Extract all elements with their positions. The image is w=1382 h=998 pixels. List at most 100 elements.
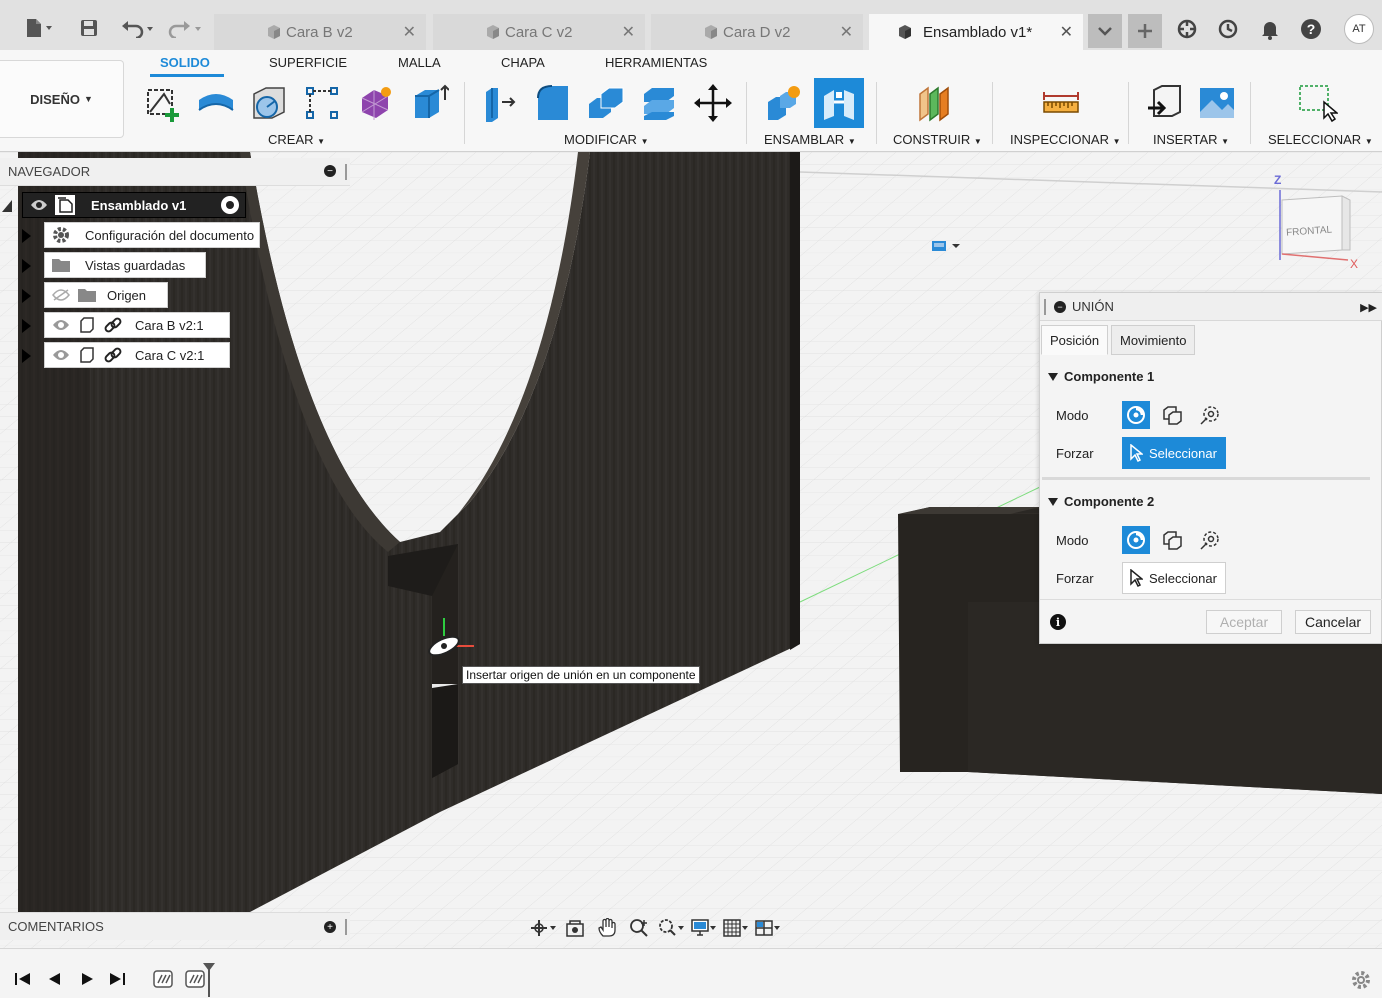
close-icon[interactable]: ✕ <box>403 22 416 42</box>
grid-settings-icon[interactable] <box>722 916 748 940</box>
shell-icon[interactable] <box>636 80 682 126</box>
measure-icon[interactable] <box>1038 80 1084 126</box>
panel-grip-icon[interactable] <box>345 919 347 935</box>
add-comment-icon[interactable]: + <box>324 921 336 933</box>
group-modificar[interactable]: MODIFICAR ▼ <box>564 132 649 147</box>
mode-between-two-faces-icon[interactable] <box>1158 401 1186 429</box>
visibility-eye-icon[interactable] <box>29 195 49 215</box>
expand-arrow-icon[interactable] <box>22 349 31 363</box>
expand-arrow-icon[interactable] <box>22 229 31 243</box>
fit-zoom-icon[interactable] <box>658 916 684 940</box>
select-window-icon[interactable] <box>1294 80 1340 126</box>
extrude-icon[interactable] <box>193 80 239 126</box>
extensions-icon[interactable] <box>1174 16 1200 42</box>
collapse-icon[interactable]: − <box>324 165 336 177</box>
orbit-icon[interactable] <box>530 916 556 940</box>
tab-cara-b[interactable]: Cara B v2 ✕ <box>214 14 426 50</box>
expand-arrow-icon[interactable] <box>22 289 31 303</box>
close-icon[interactable]: ✕ <box>622 22 635 42</box>
close-icon[interactable]: ✕ <box>840 22 853 42</box>
tab-cara-c[interactable]: Cara C v2 ✕ <box>433 14 645 50</box>
visibility-eye-icon[interactable] <box>51 345 71 365</box>
browser-item-cara-b[interactable]: Cara B v2:1 <box>44 312 230 338</box>
tab-ensamblado[interactable]: Ensamblado v1* ✕ <box>869 14 1083 50</box>
file-menu-icon[interactable] <box>18 14 58 42</box>
view-cube[interactable]: Z FRONTAL X <box>1270 170 1370 271</box>
group-seleccionar[interactable]: SELECCIONAR ▼ <box>1268 132 1373 147</box>
group-insertar[interactable]: INSERTAR ▼ <box>1153 132 1229 147</box>
user-avatar[interactable]: AT <box>1344 14 1374 44</box>
expand-double-arrow-icon[interactable]: ▶▶ <box>1360 301 1377 314</box>
close-icon[interactable]: ✕ <box>1060 22 1073 42</box>
timeline-marker[interactable] <box>203 963 215 997</box>
look-at-icon[interactable] <box>562 916 588 940</box>
save-icon[interactable] <box>76 14 102 42</box>
collapse-icon[interactable]: − <box>1054 300 1066 313</box>
group-inspeccionar[interactable]: INSPECCIONAR ▼ <box>1010 132 1121 147</box>
go-to-end-icon[interactable] <box>106 969 128 989</box>
step-back-icon[interactable] <box>44 969 66 989</box>
browser-item-origin[interactable]: Origen <box>44 282 168 308</box>
mode-simple-icon[interactable] <box>1122 401 1150 429</box>
panel-grip-icon[interactable] <box>1044 299 1046 315</box>
form-icon[interactable] <box>352 80 398 126</box>
dialog-header[interactable]: − UNIÓN ▶▶ <box>1040 293 1382 321</box>
collapse-triangle-icon[interactable] <box>2 200 12 212</box>
visibility-eye-icon[interactable] <box>51 315 71 335</box>
fillet-icon[interactable] <box>530 80 576 126</box>
zoom-icon[interactable] <box>626 916 652 940</box>
new-component-icon[interactable] <box>760 80 806 126</box>
activate-radio-icon[interactable] <box>221 196 239 214</box>
ok-button[interactable]: Aceptar <box>1206 610 1282 634</box>
mode-two-edge-intersection-icon[interactable] <box>1196 526 1224 554</box>
mode-simple-icon[interactable] <box>1122 526 1150 554</box>
job-status-icon[interactable] <box>1215 16 1241 42</box>
panel-grip-icon[interactable] <box>345 164 347 180</box>
notifications-bell-icon[interactable] <box>1257 16 1283 42</box>
offset-plane-icon[interactable] <box>912 80 958 126</box>
press-pull-icon[interactable] <box>476 80 522 126</box>
tab-list-chevron-icon[interactable] <box>1088 14 1122 48</box>
mode-between-two-faces-icon[interactable] <box>1158 526 1186 554</box>
undo-icon[interactable] <box>118 14 158 42</box>
tab-motion[interactable]: Movimiento <box>1111 325 1196 355</box>
browser-item-cara-c[interactable]: Cara C v2:1 <box>44 342 230 368</box>
display-settings-icon[interactable] <box>690 916 716 940</box>
revolve-icon[interactable] <box>246 80 292 126</box>
browser-root-node[interactable]: Ensamblado v1 <box>22 192 246 218</box>
timeline-component-icon[interactable] <box>152 969 174 989</box>
create-sketch-icon[interactable] <box>140 80 186 126</box>
new-tab-plus-icon[interactable] <box>1128 14 1162 48</box>
joint-icon[interactable] <box>814 78 864 128</box>
redo-icon[interactable] <box>166 14 206 42</box>
settings-gear-icon[interactable] <box>1350 969 1372 991</box>
tab-herramientas[interactable]: HERRAMIENTAS <box>605 55 707 70</box>
canvas-image-icon[interactable] <box>1194 80 1240 126</box>
tab-superficie[interactable]: SUPERFICIE <box>269 55 347 70</box>
mode-two-edge-intersection-icon[interactable] <box>1196 401 1224 429</box>
tab-chapa[interactable]: CHAPA <box>501 55 545 70</box>
display-settings-dropdown[interactable] <box>920 234 970 258</box>
group-ensamblar[interactable]: ENSAMBLAR ▼ <box>764 132 856 147</box>
insert-derive-icon[interactable] <box>1142 80 1188 126</box>
tab-cara-d[interactable]: Cara D v2 ✕ <box>651 14 863 50</box>
section-component-2[interactable]: Componente 2 <box>1040 494 1154 509</box>
select-component-2-button[interactable]: Seleccionar <box>1122 562 1226 594</box>
browser-panel-header[interactable]: NAVEGADOR − <box>0 158 350 186</box>
help-icon[interactable]: ? <box>1298 16 1324 42</box>
browser-item-saved-views[interactable]: Vistas guardadas <box>44 252 206 278</box>
comments-panel-header[interactable]: COMENTARIOS + <box>0 912 350 940</box>
group-crear[interactable]: CREAR ▼ <box>268 132 325 147</box>
tab-solido[interactable]: SOLIDO <box>160 55 210 70</box>
tab-position[interactable]: Posición <box>1041 325 1109 355</box>
go-to-start-icon[interactable] <box>12 969 34 989</box>
info-icon[interactable]: i <box>1050 614 1066 630</box>
pan-hand-icon[interactable] <box>594 916 620 940</box>
move-icon[interactable] <box>690 80 736 126</box>
group-construir[interactable]: CONSTRUIR ▼ <box>893 132 982 147</box>
viewports-icon[interactable] <box>754 916 780 940</box>
expand-arrow-icon[interactable] <box>22 319 31 333</box>
hole-icon[interactable] <box>299 80 345 126</box>
cancel-button[interactable]: Cancelar <box>1295 610 1371 634</box>
browser-item-document-settings[interactable]: Configuración del documento <box>44 222 260 248</box>
